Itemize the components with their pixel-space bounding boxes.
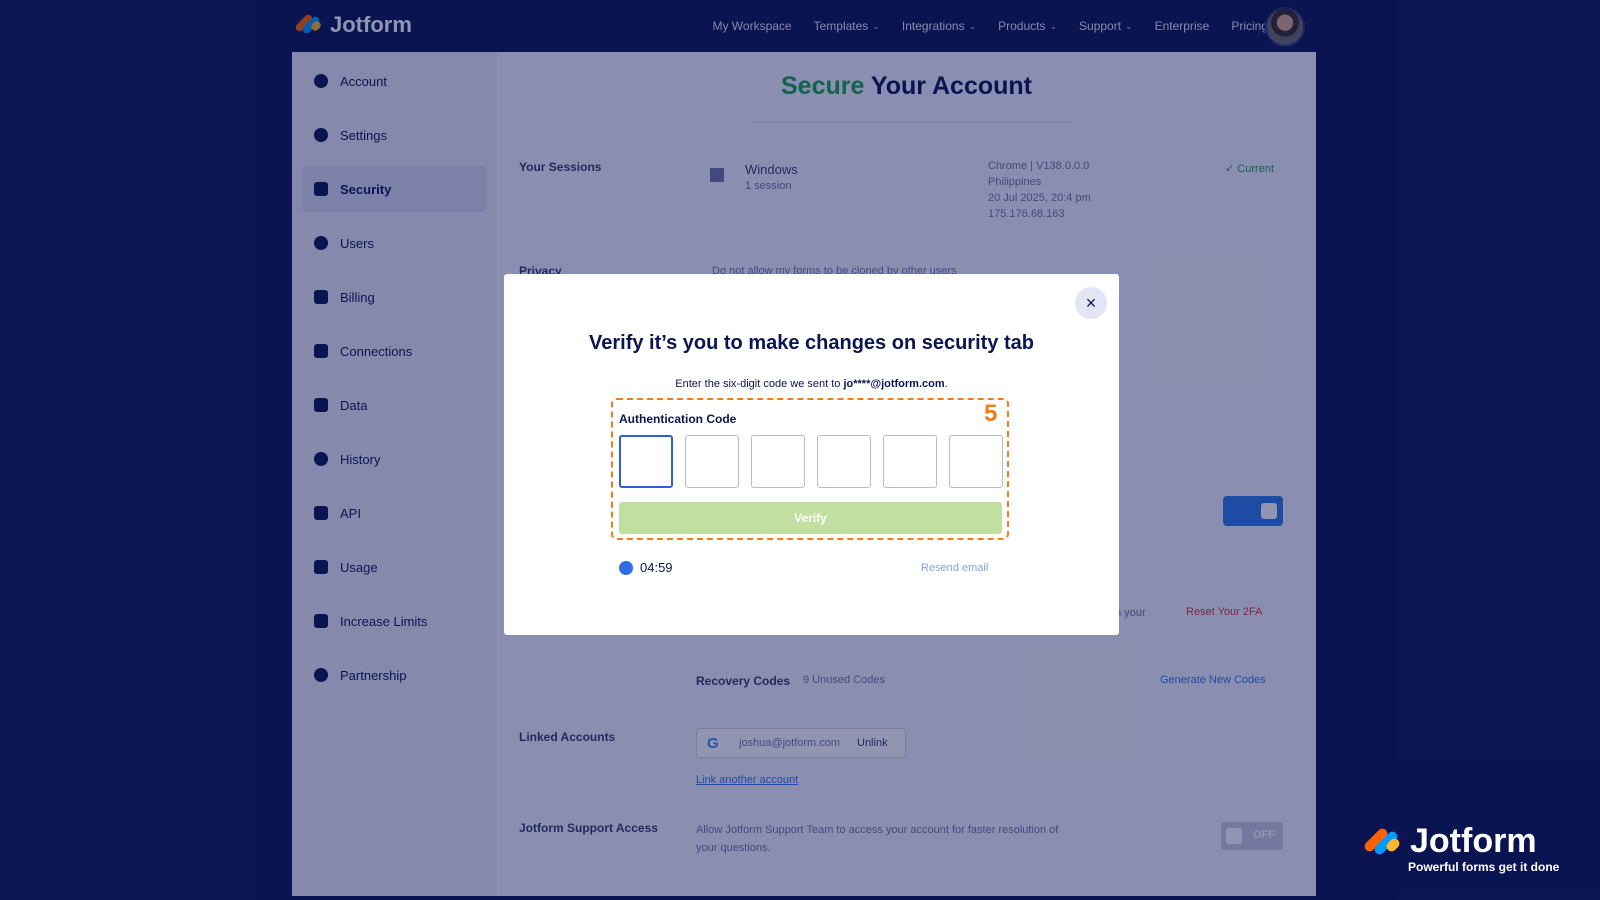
watermark-tagline: Powerful forms get it done (1408, 860, 1560, 874)
countdown-timer: 04:59 (640, 560, 673, 575)
code-digit-6[interactable] (949, 435, 1003, 488)
modal-instructions: Enter the six-digit code we sent to jo**… (675, 378, 948, 390)
step-badge: 5 (984, 400, 998, 427)
code-digit-2[interactable] (685, 435, 739, 488)
verify-button[interactable]: Verify (619, 502, 1002, 534)
timer-icon (619, 561, 633, 575)
close-icon: × (1085, 292, 1097, 313)
jotform-logo-icon (1362, 826, 1402, 860)
auth-code-highlight: 5 Authentication Code Verify (611, 398, 1009, 540)
code-digit-1[interactable] (619, 435, 673, 488)
close-button[interactable]: × (1075, 287, 1107, 319)
verify-modal: × Verify it’s you to make changes on sec… (504, 274, 1119, 635)
code-digit-5[interactable] (883, 435, 937, 488)
resend-email-link[interactable]: Resend email (921, 562, 988, 574)
auth-code-label: Authentication Code (619, 412, 737, 426)
modal-title: Verify it’s you to make changes on secur… (589, 332, 1034, 354)
code-digit-3[interactable] (751, 435, 805, 488)
code-digit-4[interactable] (817, 435, 871, 488)
auth-code-inputs (619, 435, 1003, 488)
watermark-name: Jotform (1410, 822, 1537, 860)
